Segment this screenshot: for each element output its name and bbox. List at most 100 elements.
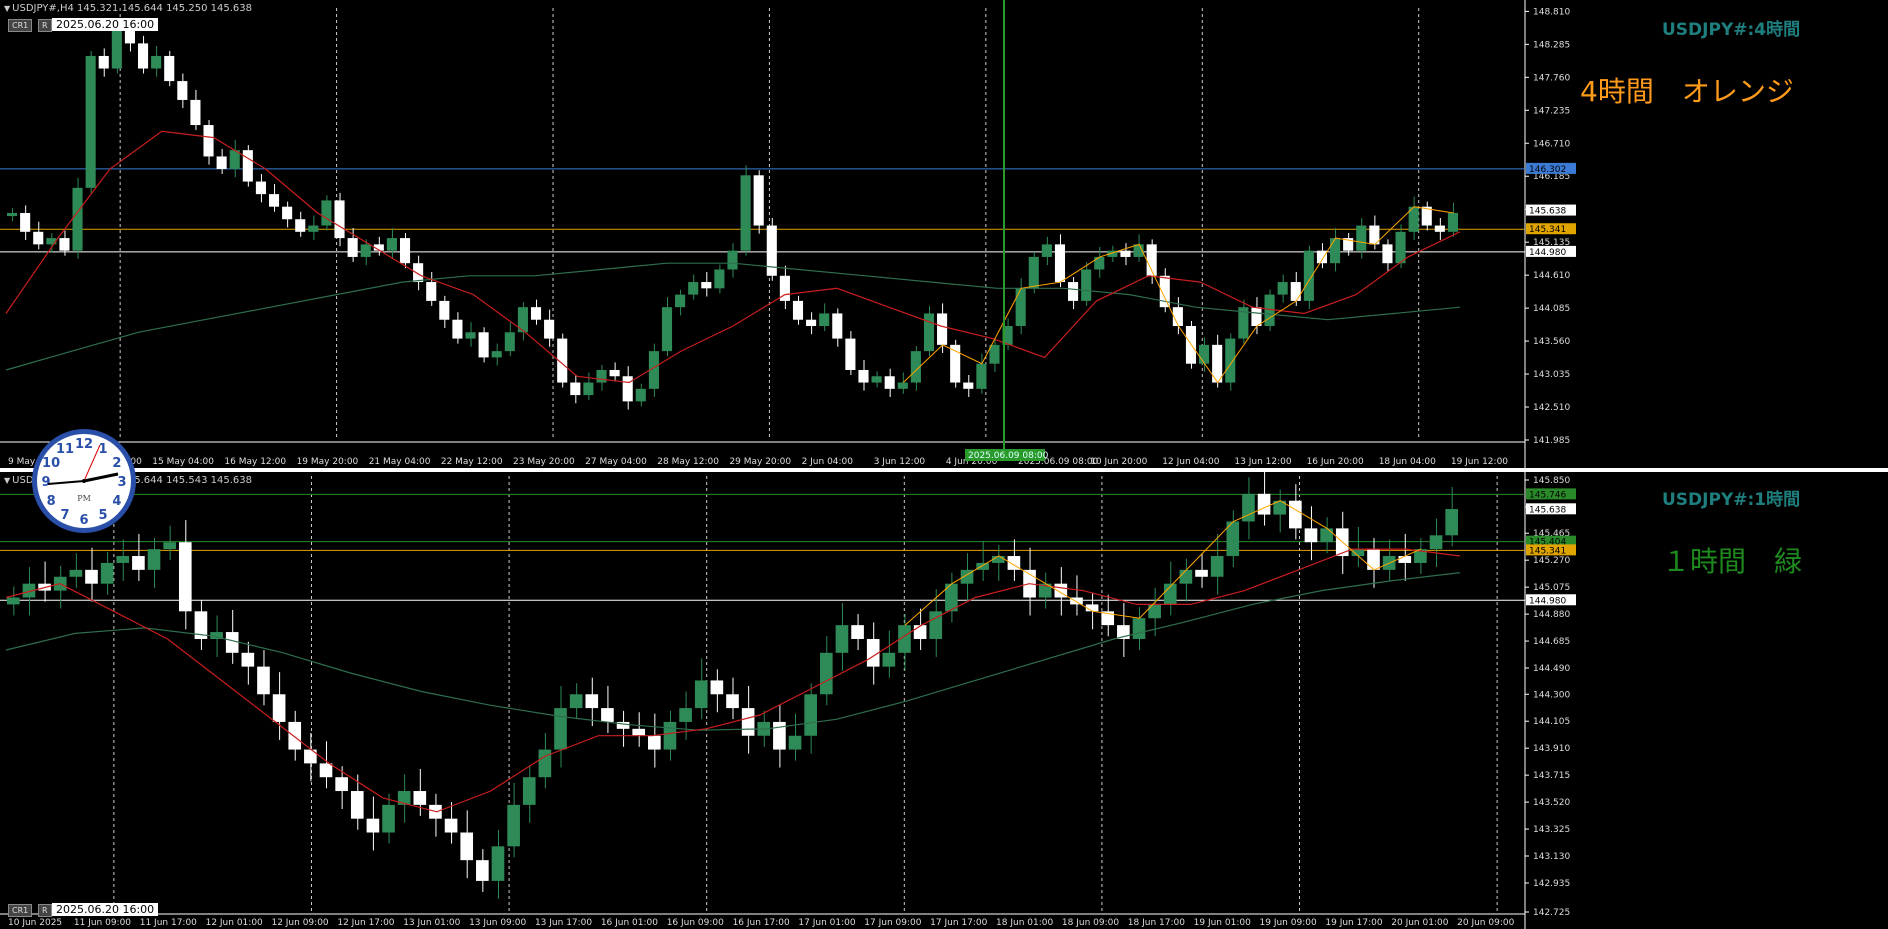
h1-cr1-tag[interactable]: CR1 xyxy=(8,904,33,917)
candle-body xyxy=(792,300,804,320)
y-tick-label: 145.270 xyxy=(1533,556,1570,566)
h4-chart-header: ▼ USDJPY#,H4 145.321 145.644 145.250 145.… xyxy=(4,3,252,14)
candle-body xyxy=(937,313,948,345)
candle-body xyxy=(69,569,83,577)
y-tick-label: 144.300 xyxy=(1533,690,1570,700)
h1-chart-pane[interactable]: 145.850145.655145.465145.270145.075144.8… xyxy=(0,472,1888,929)
h4-cr1-tag[interactable]: CR1 xyxy=(8,19,33,32)
candle-body xyxy=(963,382,974,389)
candle-body xyxy=(538,749,552,778)
y-tick-label: 147.760 xyxy=(1533,73,1570,83)
candle-body xyxy=(452,319,463,339)
x-tick-label: 11 Jun 09:00 xyxy=(74,918,131,928)
candle-body xyxy=(976,562,989,570)
candle-body xyxy=(1367,549,1380,570)
x-tick-label: 19 Jun 01:00 xyxy=(1194,918,1251,928)
candle-body xyxy=(59,238,70,251)
candle-body xyxy=(1179,569,1193,584)
candle-body xyxy=(726,694,739,709)
candle-body xyxy=(806,319,817,327)
candle-body xyxy=(1429,535,1443,550)
collapse-arrow-icon[interactable]: ▼ xyxy=(4,4,10,13)
candle-body xyxy=(663,721,677,750)
y-tick-label: 144.685 xyxy=(1533,637,1570,647)
price-label: 145.341 xyxy=(1529,546,1566,556)
x-tick-label: 20 Jun 01:00 xyxy=(1391,918,1448,928)
y-tick-label: 143.520 xyxy=(1533,798,1570,808)
candle-body xyxy=(272,694,286,722)
y-tick-label: 143.715 xyxy=(1533,771,1570,781)
candle-body xyxy=(609,369,620,377)
candle-body xyxy=(1289,500,1302,529)
candle-body xyxy=(268,194,280,207)
x-tick-label: 18 Jun 04:00 xyxy=(1379,457,1436,467)
candle-body xyxy=(570,382,581,396)
candle-body xyxy=(788,735,802,750)
candle-body xyxy=(190,99,201,126)
y-tick-label: 142.510 xyxy=(1533,403,1570,413)
x-tick-label: 2 Jun 04:00 xyxy=(802,457,854,467)
candle-body xyxy=(255,181,266,195)
candle-body xyxy=(554,708,567,750)
collapse-arrow-icon[interactable]: ▼ xyxy=(4,476,10,485)
x-tick-label: 12 Jun 09:00 xyxy=(271,918,328,928)
candle-body xyxy=(1054,244,1066,283)
candle-body xyxy=(913,625,927,639)
candle-body xyxy=(1081,269,1092,301)
candle-body xyxy=(491,351,502,358)
y-tick-label: 145.850 xyxy=(1533,476,1570,486)
candle-body xyxy=(819,652,833,695)
x-tick-label: 16 Jun 17:00 xyxy=(733,918,790,928)
candle-body xyxy=(1028,256,1039,289)
candle-body xyxy=(164,55,175,82)
y-tick-label: 144.880 xyxy=(1533,610,1570,620)
y-tick-label: 144.105 xyxy=(1533,717,1570,727)
candle-body xyxy=(1094,256,1105,270)
y-tick-label: 148.810 xyxy=(1533,7,1570,17)
x-tick-label: 16 Jun 09:00 xyxy=(667,918,724,928)
candle-body xyxy=(319,763,333,778)
clock-number: 6 xyxy=(79,513,88,528)
candle-body xyxy=(845,338,856,370)
h1-label-green: １時間 緑 xyxy=(1662,545,1803,578)
candle-body xyxy=(478,332,489,358)
h4-time-box: 2025.06.20 16:00 xyxy=(52,18,159,31)
candle-body xyxy=(989,344,1000,364)
candle-body xyxy=(714,269,725,289)
current-price-label: 145.638 xyxy=(1529,505,1566,515)
h1-time-box: 2025.06.20 16:00 xyxy=(52,903,159,916)
candle-body xyxy=(835,625,849,653)
candle-body xyxy=(1242,493,1255,522)
candle-body xyxy=(1304,528,1318,543)
candle-body xyxy=(366,818,380,833)
clock-number: 4 xyxy=(112,494,121,509)
clock-number: 7 xyxy=(60,508,69,523)
clock-period: PM xyxy=(77,494,91,503)
price-label: 144.980 xyxy=(1529,248,1566,258)
h4-r-tag[interactable]: R xyxy=(38,19,52,32)
candle-body xyxy=(741,708,755,736)
candle-body xyxy=(1195,569,1208,577)
candle-body xyxy=(661,307,673,352)
candle-body xyxy=(753,175,764,226)
x-tick-label: 19 Jun 12:00 xyxy=(1451,457,1508,467)
candle-body xyxy=(33,231,44,245)
x-tick-label: 28 May 12:00 xyxy=(657,457,719,467)
candle-body xyxy=(923,313,935,352)
candle-body xyxy=(675,294,686,308)
candle-body xyxy=(1210,556,1224,577)
y-tick-label: 145.075 xyxy=(1533,583,1570,593)
x-tick-label: 12 Jun 01:00 xyxy=(206,918,263,928)
clock-number: 5 xyxy=(98,508,107,523)
candle-body xyxy=(585,694,599,709)
candle-body xyxy=(622,376,633,402)
x-tick-label: 10 Jun 2025 xyxy=(8,918,62,928)
candle-body xyxy=(1398,556,1412,563)
candle-body xyxy=(347,238,358,257)
h4-chart-pane[interactable]: 148.810 148.285 147.760 147.235 146.710 146.1… xyxy=(0,0,1888,468)
candle-body xyxy=(832,313,843,339)
x-tick-label: 16 May 12:00 xyxy=(224,457,286,467)
h1-r-tag[interactable]: R xyxy=(38,904,52,917)
x-tick-label: 13 Jun 17:00 xyxy=(535,918,592,928)
y-tick-label: 142.935 xyxy=(1533,879,1570,889)
